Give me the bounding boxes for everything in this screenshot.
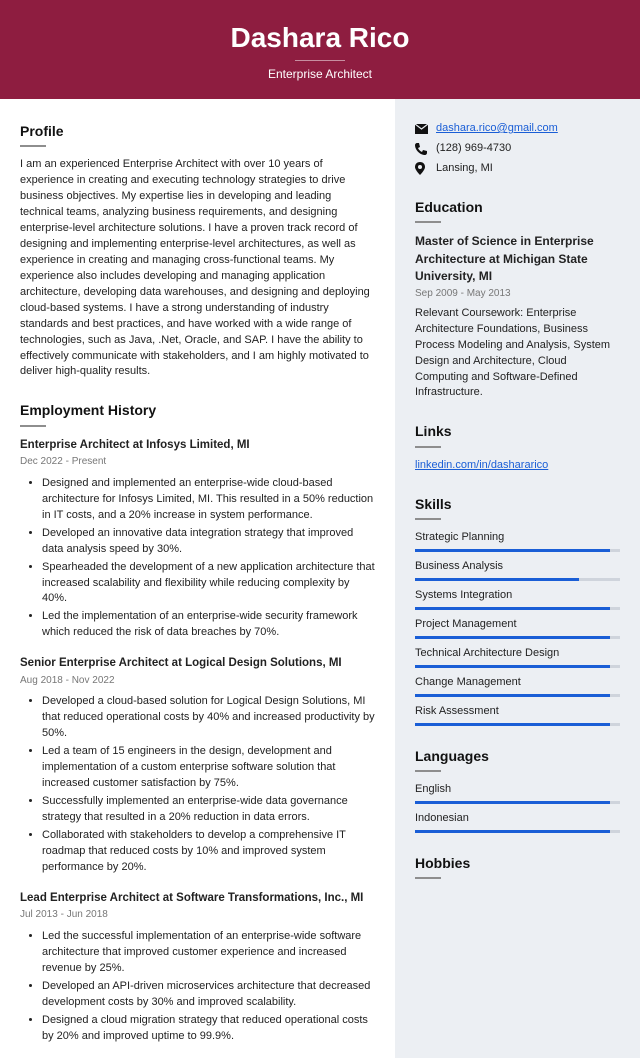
skill-name: Risk Assessment (415, 704, 620, 720)
side-column: dashara.rico@gmail.com (128) 969-4730 La… (395, 99, 640, 1058)
resume-header: Dashara Rico Enterprise Architect (0, 0, 640, 99)
skill-name: Project Management (415, 617, 620, 633)
skill-item: Strategic Planning (415, 530, 620, 552)
job-entry: Senior Enterprise Architect at Logical D… (20, 655, 375, 875)
language-bar-fill (415, 801, 610, 804)
skill-name: Technical Architecture Design (415, 646, 620, 662)
job-bullet: Designed a cloud migration strategy that… (42, 1013, 375, 1045)
job-bullet: Successfully implemented an enterprise-w… (42, 794, 375, 826)
profile-heading: Profile (20, 121, 375, 141)
education-title: Master of Science in Enterprise Architec… (415, 233, 620, 285)
job-bullet: Collaborated with stakeholders to develo… (42, 828, 375, 876)
job-title: Enterprise Architect at Infosys Limited,… (20, 437, 375, 454)
job-bullet: Led the implementation of an enterprise-… (42, 609, 375, 641)
contact-block: dashara.rico@gmail.com (128) 969-4730 La… (415, 121, 620, 177)
language-item: Indonesian (415, 811, 620, 833)
job-bullet: Developed a cloud-based solution for Log… (42, 694, 375, 742)
job-title: Senior Enterprise Architect at Logical D… (20, 655, 375, 672)
contact-email: dashara.rico@gmail.com (415, 121, 620, 137)
resume-body: Profile I am an experienced Enterprise A… (0, 99, 640, 1058)
job-bullets: Developed a cloud-based solution for Log… (20, 694, 375, 875)
hobbies-heading: Hobbies (415, 853, 620, 873)
section-rule (415, 221, 441, 223)
skill-bar (415, 636, 620, 639)
linkedin-link[interactable]: linkedin.com/in/dashararico (415, 458, 620, 474)
education-date: Sep 2009 - May 2013 (415, 287, 620, 302)
language-name: English (415, 782, 620, 798)
skill-item: Business Analysis (415, 559, 620, 581)
skill-bar (415, 578, 620, 581)
person-name: Dashara Rico (0, 22, 640, 54)
header-rule (295, 60, 345, 61)
jobs-list: Enterprise Architect at Infosys Limited,… (20, 437, 375, 1045)
skill-bar (415, 607, 620, 610)
section-rule (20, 425, 46, 427)
job-title: Lead Enterprise Architect at Software Tr… (20, 890, 375, 907)
job-entry: Lead Enterprise Architect at Software Tr… (20, 890, 375, 1045)
job-bullet: Developed an innovative data integration… (42, 526, 375, 558)
job-bullet: Spearheaded the development of a new app… (42, 560, 375, 608)
skill-item: Project Management (415, 617, 620, 639)
section-rule (415, 877, 441, 879)
skill-name: Strategic Planning (415, 530, 620, 546)
section-rule (415, 770, 441, 772)
section-rule (415, 446, 441, 448)
languages-list: English Indonesian (415, 782, 620, 833)
skill-bar (415, 549, 620, 552)
skill-bar-fill (415, 694, 610, 697)
links-heading: Links (415, 421, 620, 441)
location-text: Lansing, MI (436, 161, 493, 177)
skill-bar (415, 665, 620, 668)
phone-text: (128) 969-4730 (436, 141, 511, 157)
contact-phone: (128) 969-4730 (415, 141, 620, 157)
section-rule (20, 145, 46, 147)
job-date: Jul 2013 - Jun 2018 (20, 908, 375, 923)
skill-bar-fill (415, 665, 610, 668)
education-heading: Education (415, 197, 620, 217)
skill-bar (415, 723, 620, 726)
language-bar (415, 801, 620, 804)
envelope-icon (415, 124, 428, 134)
skills-heading: Skills (415, 494, 620, 514)
skill-item: Systems Integration (415, 588, 620, 610)
section-rule (415, 518, 441, 520)
skill-item: Change Management (415, 675, 620, 697)
job-bullet: Led the successful implementation of an … (42, 929, 375, 977)
location-icon (415, 162, 428, 175)
skill-item: Risk Assessment (415, 704, 620, 726)
phone-icon (415, 143, 428, 155)
skill-bar-fill (415, 636, 610, 639)
language-bar (415, 830, 620, 833)
profile-text: I am an experienced Enterprise Architect… (20, 157, 375, 380)
skill-name: Business Analysis (415, 559, 620, 575)
job-bullets: Led the successful implementation of an … (20, 929, 375, 1045)
skill-bar-fill (415, 549, 610, 552)
language-item: English (415, 782, 620, 804)
skill-bar (415, 694, 620, 697)
skill-bar-fill (415, 607, 610, 610)
skill-bar-fill (415, 723, 610, 726)
skill-bar-fill (415, 578, 579, 581)
employment-heading: Employment History (20, 400, 375, 420)
job-bullets: Designed and implemented an enterprise-w… (20, 476, 375, 641)
skill-item: Technical Architecture Design (415, 646, 620, 668)
job-entry: Enterprise Architect at Infosys Limited,… (20, 437, 375, 642)
job-bullet: Led a team of 15 engineers in the design… (42, 744, 375, 792)
language-name: Indonesian (415, 811, 620, 827)
education-course: Relevant Coursework: Enterprise Architec… (415, 306, 620, 402)
job-bullet: Developed an API-driven microservices ar… (42, 979, 375, 1011)
person-title: Enterprise Architect (0, 67, 640, 81)
skill-name: Change Management (415, 675, 620, 691)
language-bar-fill (415, 830, 610, 833)
main-column: Profile I am an experienced Enterprise A… (0, 99, 395, 1058)
languages-heading: Languages (415, 746, 620, 766)
skills-list: Strategic Planning Business Analysis Syste… (415, 530, 620, 726)
contact-location: Lansing, MI (415, 161, 620, 177)
job-date: Dec 2022 - Present (20, 455, 375, 470)
skill-name: Systems Integration (415, 588, 620, 604)
job-date: Aug 2018 - Nov 2022 (20, 674, 375, 689)
email-link[interactable]: dashara.rico@gmail.com (436, 121, 558, 137)
job-bullet: Designed and implemented an enterprise-w… (42, 476, 375, 524)
